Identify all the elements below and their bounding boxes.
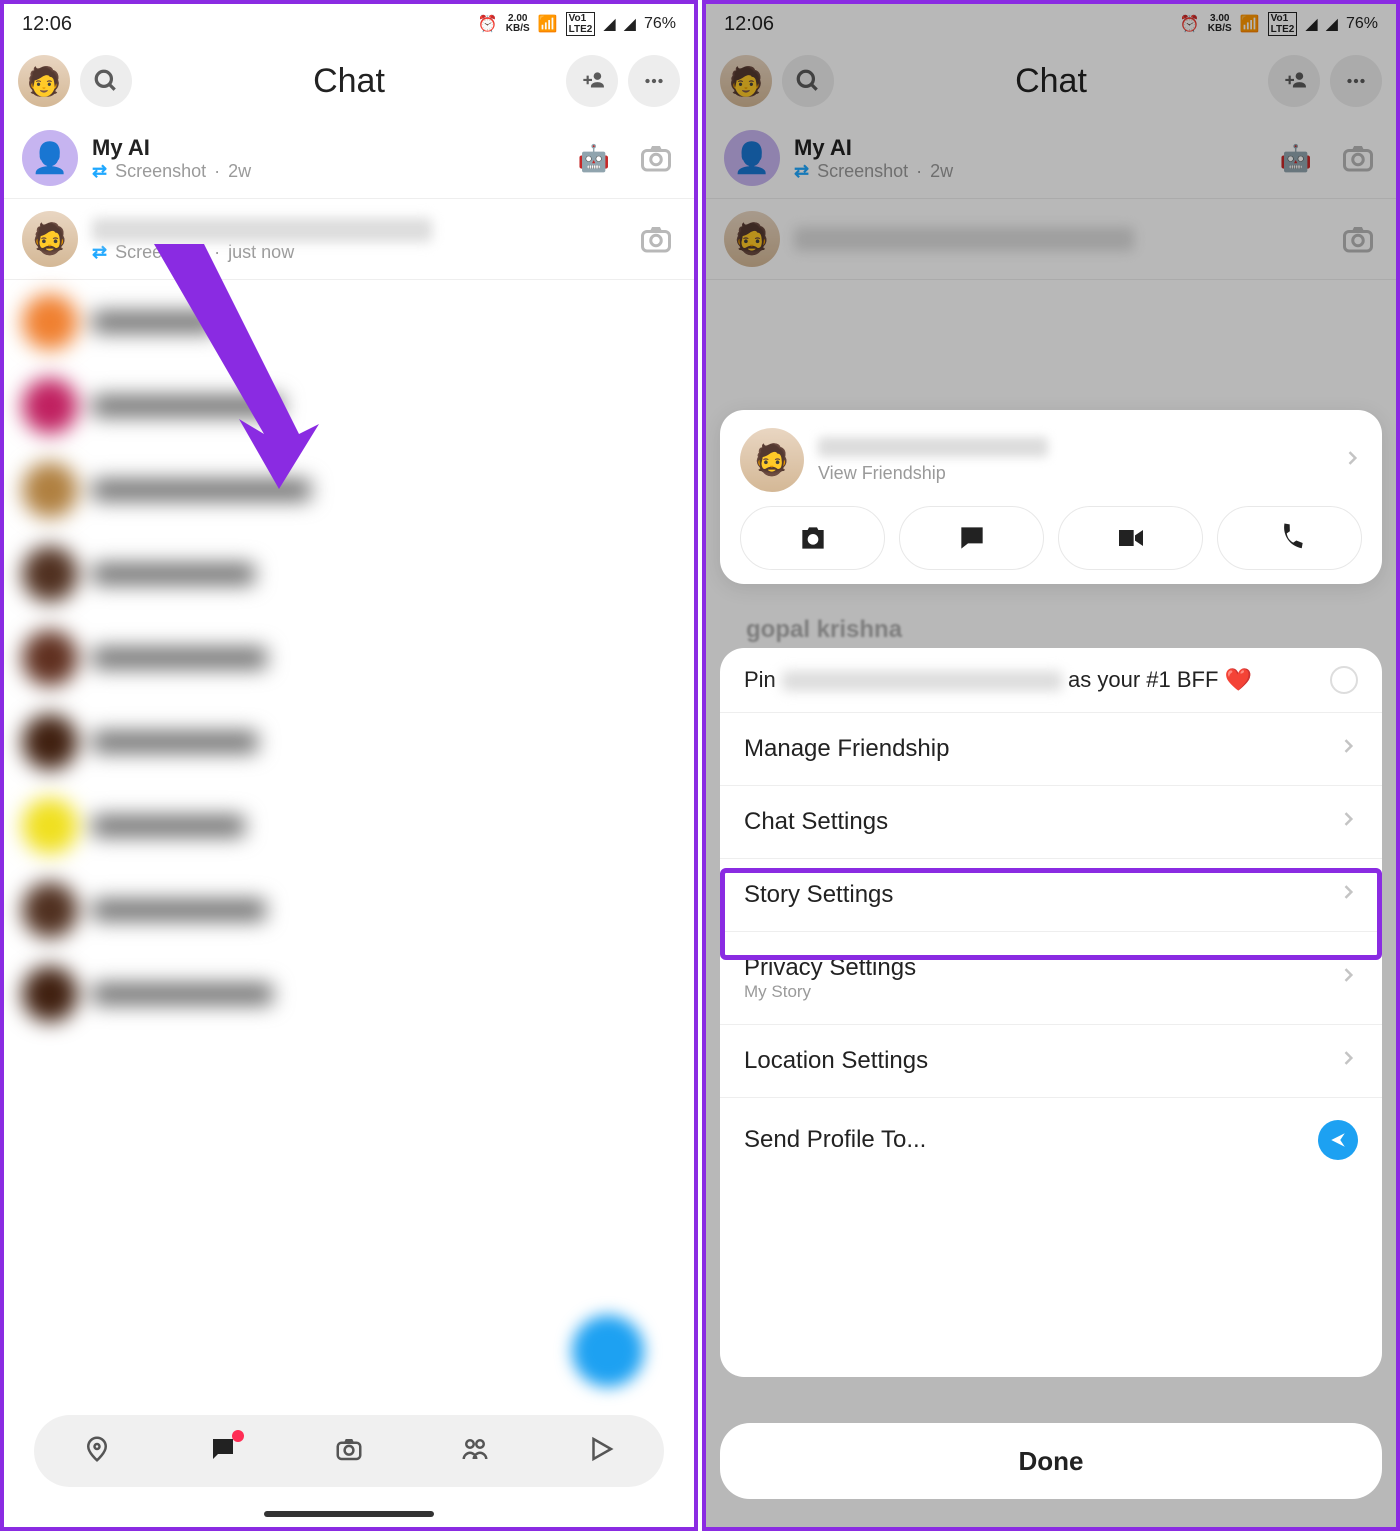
blurred-chat-row bbox=[4, 448, 694, 532]
story-settings-option[interactable]: Story Settings bbox=[720, 859, 1382, 932]
snap-camera-button[interactable] bbox=[740, 506, 885, 570]
chat-name: My AI bbox=[92, 135, 564, 161]
avatar-icon: 👤 bbox=[22, 130, 78, 186]
signal-icon: ◢ bbox=[603, 14, 615, 34]
friend-emoji: 🤖 bbox=[578, 143, 610, 174]
stories-tab[interactable] bbox=[460, 1434, 490, 1469]
camera-tab[interactable] bbox=[334, 1434, 364, 1469]
avatar-icon: 🧔 bbox=[740, 428, 804, 492]
send-icon bbox=[1318, 1120, 1358, 1160]
home-indicator bbox=[264, 1511, 434, 1517]
chat-header: 🧑 Chat bbox=[4, 44, 694, 118]
chat-row-myai[interactable]: 👤 My AI ⇄ Screenshot · 2w 🤖 bbox=[4, 118, 694, 199]
send-profile-option[interactable]: Send Profile To... bbox=[720, 1098, 1382, 1182]
spotlight-tab[interactable] bbox=[586, 1434, 616, 1469]
page-title: Chat bbox=[142, 62, 556, 101]
clock: 12:06 bbox=[22, 13, 72, 36]
chat-subtitle: ⇄ Screenshot · 2w bbox=[92, 161, 564, 182]
lte-icon: Vo1LTE2 bbox=[566, 12, 596, 36]
cursor-arrow-annotation bbox=[134, 234, 334, 499]
privacy-settings-option[interactable]: Privacy SettingsMy Story bbox=[720, 932, 1382, 1025]
blurred-chat-row bbox=[4, 532, 694, 616]
blurred-chat-row bbox=[4, 952, 694, 1036]
view-friendship-link[interactable]: View Friendship bbox=[818, 463, 1328, 484]
network-speed: 2.00KB/S bbox=[506, 14, 530, 34]
battery-text: 76% bbox=[644, 15, 676, 33]
friend-name-blurred bbox=[818, 437, 1048, 457]
blurred-chat-row bbox=[4, 784, 694, 868]
chevron-right-icon bbox=[1338, 808, 1358, 836]
blurred-chat-row bbox=[4, 364, 694, 448]
radio-unchecked-icon bbox=[1330, 666, 1358, 694]
pin-bff-option[interactable]: Pin as your #1 BFF ❤️ bbox=[720, 648, 1382, 713]
chevron-right-icon bbox=[1338, 1047, 1358, 1075]
camera-icon[interactable] bbox=[636, 138, 676, 178]
blurred-chat-row bbox=[4, 616, 694, 700]
chat-settings-option[interactable]: Chat Settings bbox=[720, 786, 1382, 859]
chevron-right-icon bbox=[1338, 735, 1358, 763]
screenshot-icon: ⇄ bbox=[92, 161, 107, 182]
profile-avatar[interactable]: 🧑 bbox=[18, 55, 70, 107]
chevron-right-icon[interactable] bbox=[1342, 448, 1362, 473]
background-name-peek: gopal krishna bbox=[746, 616, 902, 644]
blurred-chat-row bbox=[4, 868, 694, 952]
done-button[interactable]: Done bbox=[720, 1423, 1382, 1499]
statusbar: 12:06 ⏰ 2.00KB/S 📶 Vo1LTE2 ◢ ◢ 76% bbox=[4, 4, 694, 44]
friend-options-menu: Pin as your #1 BFF ❤️ Manage Friendship … bbox=[720, 648, 1382, 1377]
blurred-chat-row bbox=[4, 280, 694, 364]
location-settings-option[interactable]: Location Settings bbox=[720, 1025, 1382, 1098]
alarm-icon: ⏰ bbox=[478, 14, 498, 34]
search-button[interactable] bbox=[80, 55, 132, 107]
blurred-chat-row bbox=[4, 700, 694, 784]
blurred-chat-list bbox=[4, 280, 694, 1036]
right-screenshot: 12:06 ⏰ 3.00KB/S 📶 Vo1LTE2 ◢ ◢ 76% 🧑 Cha… bbox=[702, 0, 1400, 1531]
bottom-navbar bbox=[34, 1415, 664, 1487]
add-friend-button[interactable] bbox=[566, 55, 618, 107]
video-call-button[interactable] bbox=[1058, 506, 1203, 570]
screenshot-icon: ⇄ bbox=[92, 242, 107, 263]
wifi-icon: 📶 bbox=[538, 14, 558, 34]
chat-tab[interactable] bbox=[208, 1434, 238, 1469]
chat-button[interactable] bbox=[899, 506, 1044, 570]
chevron-right-icon bbox=[1338, 964, 1358, 992]
signal-icon-2: ◢ bbox=[624, 14, 636, 34]
camera-icon[interactable] bbox=[636, 219, 676, 259]
chat-row-friend[interactable]: 🧔 ⇄ Screenshot · just now bbox=[4, 199, 694, 280]
chevron-right-icon bbox=[1338, 881, 1358, 909]
more-button[interactable] bbox=[628, 55, 680, 107]
left-screenshot: 12:06 ⏰ 2.00KB/S 📶 Vo1LTE2 ◢ ◢ 76% 🧑 Cha… bbox=[0, 0, 698, 1531]
avatar-icon: 🧔 bbox=[22, 211, 78, 267]
new-chat-fab[interactable] bbox=[572, 1315, 644, 1387]
manage-friendship-option[interactable]: Manage Friendship bbox=[720, 713, 1382, 786]
audio-call-button[interactable] bbox=[1217, 506, 1362, 570]
friend-action-card: 🧔 View Friendship bbox=[720, 410, 1382, 584]
map-tab[interactable] bbox=[82, 1434, 112, 1469]
notification-badge bbox=[232, 1430, 244, 1442]
